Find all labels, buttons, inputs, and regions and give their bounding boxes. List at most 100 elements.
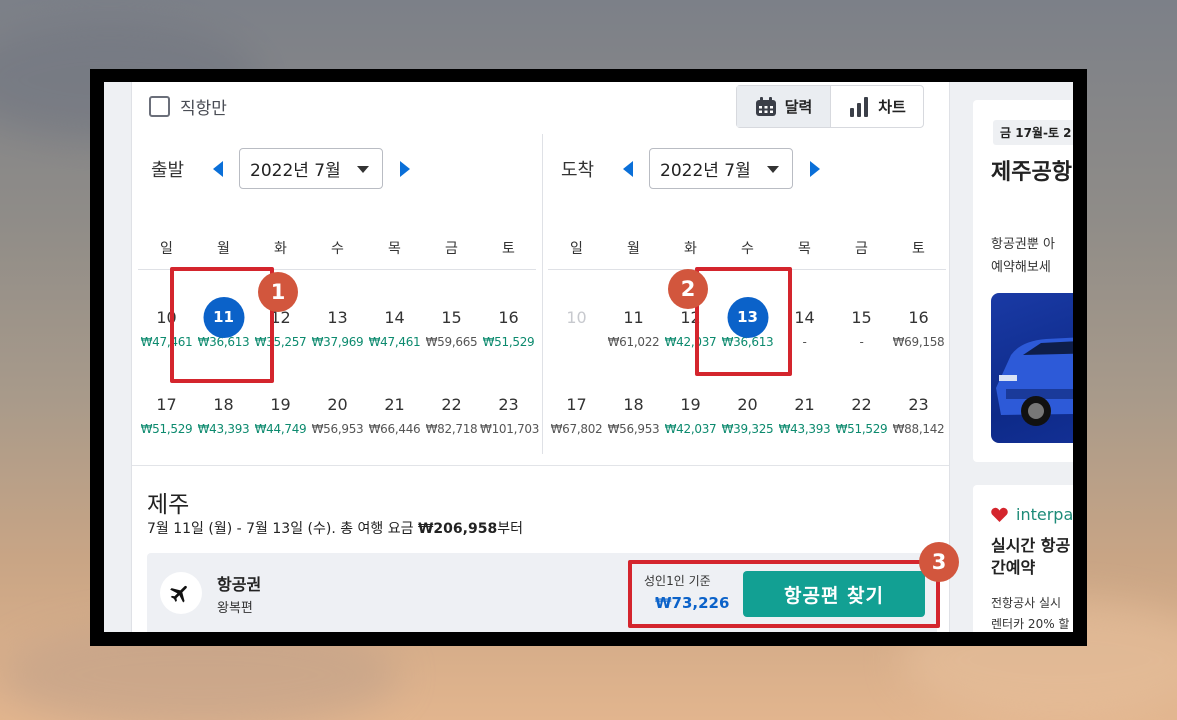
calendar-day-price: ₩51,529: [835, 422, 888, 436]
direct-only-filter[interactable]: 직항만: [149, 94, 227, 119]
trip-summary-text: 7월 11일 (월) - 7월 13일 (수). 총 여행 요금: [147, 521, 418, 537]
weekday-label: 일: [160, 241, 173, 257]
calendar-day[interactable]: 18 ₩43,393: [195, 394, 252, 436]
calendar-view-button[interactable]: 달력: [737, 86, 831, 127]
next-month-icon[interactable]: [400, 161, 410, 177]
calendar-day-price: ₩51,529: [140, 422, 193, 436]
calendar-day-price: ₩67,802: [550, 422, 603, 436]
calendar-day-price: ₩56,953: [607, 422, 660, 436]
calendar-day-number: 11: [623, 308, 644, 327]
calendar-day: 10: [548, 307, 605, 349]
weekday-label: 금: [445, 241, 458, 257]
calendar-day[interactable]: 20 ₩56,953: [309, 394, 366, 436]
sidebar-ad-card[interactable]: 금 17월-토 2 제주공항 기 항공권뿐 아 예약해보세: [973, 100, 1073, 462]
calendar-day-number: 15: [441, 308, 462, 327]
calendar-day-number: 17: [156, 395, 177, 414]
calendar-day[interactable]: 15 -: [833, 307, 890, 349]
calendar-day[interactable]: 22 ₩82,718: [423, 394, 480, 436]
highlight-arrival-date: [695, 267, 792, 376]
prev-month-icon[interactable]: [623, 161, 633, 177]
calendar-day-number: 19: [270, 395, 291, 414]
sidebar-promo-card[interactable]: interpa 실시간 항공 간예약 전항공사 실시 렌터카 20% 할: [973, 485, 1073, 632]
calendar-day[interactable]: 23 ₩101,703: [480, 394, 540, 436]
calendar-day-price: ₩51,529: [482, 335, 535, 349]
calendar-day[interactable]: 17 ₩67,802: [548, 394, 605, 436]
promo-description-line: 전항공사 실시: [991, 596, 1062, 610]
calendar-day-price: ₩43,393: [778, 422, 831, 436]
calendar-divider: [542, 134, 543, 454]
trip-summary-suffix: 부터: [497, 521, 523, 537]
calendar-day[interactable]: 18 ₩56,953: [605, 394, 662, 436]
calendar-day-number: 18: [623, 395, 644, 414]
flight-title: 항공권: [217, 575, 262, 594]
calendar-day-number: 21: [384, 395, 405, 414]
calendar-day[interactable]: 14 ₩47,461: [366, 307, 423, 349]
calendar-day-number: 22: [441, 395, 462, 414]
calendar-day[interactable]: 19 ₩44,749: [252, 394, 309, 436]
calendar-day[interactable]: 11 ₩61,022: [605, 307, 662, 349]
direct-only-checkbox[interactable]: [149, 96, 170, 117]
calendar-day[interactable]: 13 ₩37,969: [309, 307, 366, 349]
calendar-day-price: ₩59,665: [425, 335, 478, 349]
weekday-label: 월: [217, 241, 230, 257]
calendar-day[interactable]: 21 ₩66,446: [366, 394, 423, 436]
calendar-day-number: 14: [384, 308, 405, 327]
arrival-label: 도착: [561, 160, 595, 181]
chart-view-button[interactable]: 차트: [831, 86, 923, 127]
promo-description-line: 렌터카 20% 할: [991, 617, 1070, 631]
calendar-day-number: 22: [851, 395, 872, 414]
calendar-day[interactable]: 21 ₩43,393: [776, 394, 833, 436]
calendar-day[interactable]: 16 ₩69,158: [890, 307, 947, 349]
promo-description: 전항공사 실시 렌터카 20% 할: [991, 593, 1073, 632]
calendar-day[interactable]: 15 ₩59,665: [423, 307, 480, 349]
departure-month-value: 2022년 7월: [250, 161, 341, 181]
step-badge-1: 1: [258, 272, 298, 312]
calendar-day-price: -: [859, 335, 864, 349]
chevron-down-icon: [357, 166, 369, 173]
destination-title: 제주: [147, 492, 190, 518]
calendar-day-price: ₩69,158: [892, 335, 945, 349]
calendar-day-number: 21: [794, 395, 815, 414]
calendar-day-price: ₩43,393: [197, 422, 250, 436]
calendar-day[interactable]: 23 ₩88,142: [890, 394, 947, 436]
calendar-view-label: 달력: [784, 98, 813, 116]
next-month-icon[interactable]: [810, 161, 820, 177]
car-image: [991, 293, 1073, 443]
calendar-day[interactable]: 22 ₩51,529: [833, 394, 890, 436]
flight-subtitle: 왕복편: [217, 601, 253, 616]
departure-month-select[interactable]: 2022년 7월: [239, 148, 383, 189]
calendar-day-price: ₩47,461: [368, 335, 421, 349]
weekday-label: 화: [684, 241, 697, 257]
calendar-day-price: ₩37,969: [311, 335, 364, 349]
interpark-brand: interpa: [991, 505, 1073, 524]
heart-icon: [991, 507, 1008, 522]
direct-only-label: 직항만: [180, 99, 227, 119]
calendar-day-number: 23: [498, 395, 519, 414]
calendar-day[interactable]: 17 ₩51,529: [138, 394, 195, 436]
calendar-day[interactable]: 19 ₩42,037: [662, 394, 719, 436]
calendar-day-number: 19: [680, 395, 701, 414]
calendar-day[interactable]: 16 ₩51,529: [480, 307, 537, 349]
calendar-day-price: ₩101,703: [480, 422, 540, 436]
calendar-day-price: ₩44,749: [254, 422, 307, 436]
promo-title: 실시간 항공 간예약: [991, 535, 1073, 579]
calendar-day[interactable]: 20 ₩39,325: [719, 394, 776, 436]
interpark-brand-text: interpa: [1016, 505, 1073, 524]
trip-summary: 7월 11일 (월) - 7월 13일 (수). 총 여행 요금 ₩206,95…: [147, 518, 523, 538]
prev-month-icon[interactable]: [213, 161, 223, 177]
weekday-label: 목: [798, 241, 811, 257]
departure-label: 출발: [151, 160, 185, 181]
step-badge-2: 2: [668, 269, 708, 309]
calendar-day-number: 20: [737, 395, 758, 414]
arrival-month-select[interactable]: 2022년 7월: [649, 148, 793, 189]
weekday-label: 수: [331, 241, 344, 257]
calendar-day-number: 20: [327, 395, 348, 414]
calendar-day-price: ₩88,142: [892, 422, 945, 436]
highlight-find-button: [628, 560, 940, 628]
weekday-label: 수: [741, 241, 754, 257]
calendar-day-price: ₩82,718: [425, 422, 478, 436]
calendar-day-number: 17: [566, 395, 587, 414]
ad-title: 제주공항 기: [991, 160, 1073, 185]
calendar-day-number: 13: [327, 308, 348, 327]
calendar-day-number: 10: [566, 308, 587, 327]
